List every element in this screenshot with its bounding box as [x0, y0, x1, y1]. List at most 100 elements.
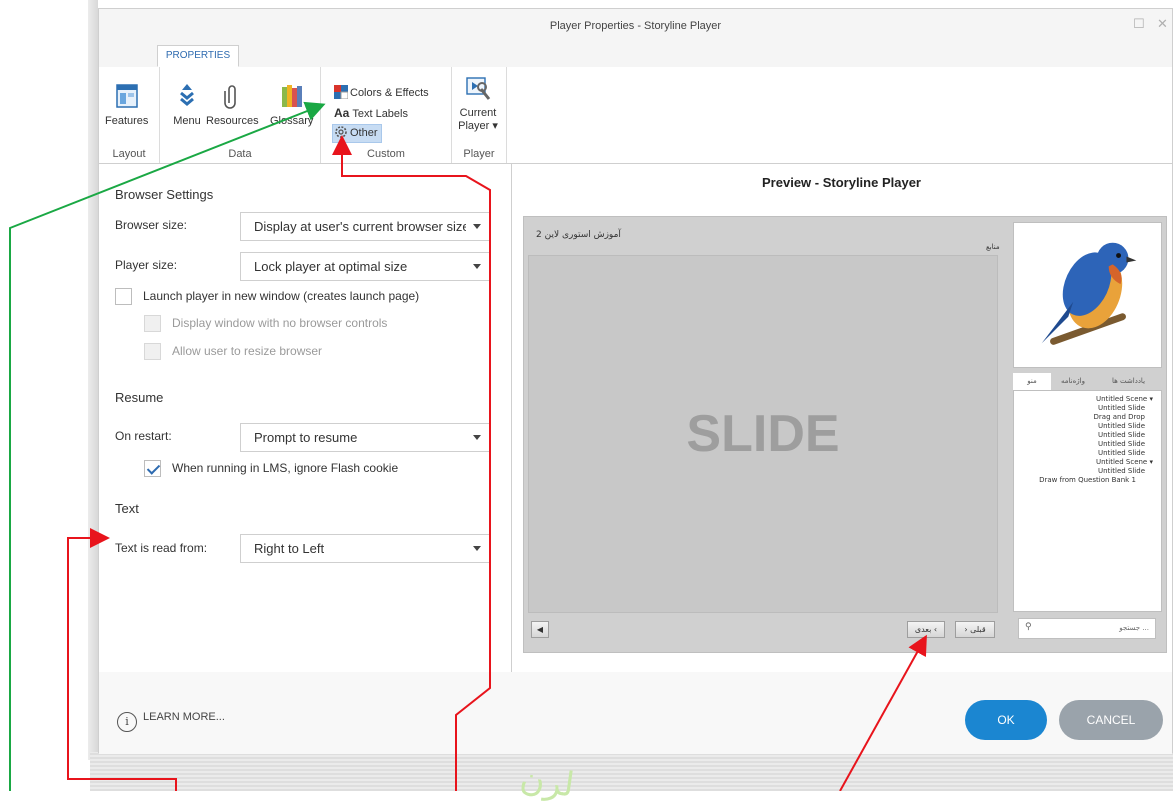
dialog-footer: i LEARN MORE... OK CANCEL	[99, 672, 1172, 754]
text-read-from-label: Text is read from:	[115, 541, 208, 555]
text-labels-button[interactable]: Aa Text Labels	[333, 105, 411, 122]
ribbon-group-layout: Features Layout	[99, 67, 160, 163]
sidebar-tabs: یادداشت ها واژه‌نامه منو	[1013, 373, 1162, 390]
menu-item[interactable]: Untitled Slide	[1098, 449, 1145, 457]
colors-effects-label: Colors & Effects	[350, 87, 429, 99]
player-group-label: Player	[463, 148, 495, 160]
player-preview: آموزش استوری لاین 2 منابع SLIDE ◀ بعدی ‹…	[523, 216, 1167, 653]
bird-image	[1041, 242, 1137, 345]
current-player-button[interactable]: Current Player ▾	[456, 73, 500, 132]
text-labels-label: Text Labels	[352, 108, 408, 120]
glossary-label: Glossary	[270, 115, 314, 127]
gear-icon	[335, 126, 347, 138]
menu-item[interactable]: Draw from Question Bank 1	[1014, 476, 1161, 484]
text-direction-select[interactable]: Right to Left	[240, 534, 490, 563]
window-title: Player Properties - Storyline Player	[549, 20, 722, 32]
search-field[interactable]: ⚲ جستجو ...	[1018, 618, 1156, 639]
window-shadow	[88, 0, 98, 760]
other-button[interactable]: Other	[332, 124, 382, 143]
ignore-flash-cookie-label: When running in LMS, ignore Flash cookie	[172, 461, 399, 475]
resources-label: Resources	[206, 115, 259, 127]
ribbon-group-custom: Colors & Effects Aa Text Labels Other Cus…	[321, 67, 452, 163]
menu-item[interactable]: Untitled Scene	[1096, 458, 1153, 466]
title-bar: Player Properties - Storyline Player ☐ ✕	[99, 9, 1172, 45]
features-label: Features	[105, 115, 149, 127]
player-settings-icon	[466, 77, 491, 100]
on-restart-select[interactable]: Prompt to resume	[240, 423, 490, 452]
features-icon	[115, 84, 138, 108]
slide-area: SLIDE	[528, 255, 998, 613]
resume-heading: Resume	[115, 390, 164, 405]
ok-button[interactable]: OK	[965, 700, 1047, 740]
ignore-flash-cookie-checkbox[interactable]	[144, 460, 161, 477]
menu-item[interactable]: Untitled Slide	[1098, 422, 1145, 430]
ribbon-group-data: Menu Resources Glossary Data	[160, 67, 321, 163]
no-browser-controls-checkbox[interactable]	[144, 315, 161, 332]
launch-new-window-label: Launch player in new window (creates lau…	[143, 289, 420, 303]
window-shadow-bottom	[90, 752, 1173, 791]
resources-button[interactable]: Resources	[206, 81, 259, 127]
menu-item[interactable]: Untitled Slide	[1098, 440, 1145, 448]
resources-link: منابع	[986, 243, 1000, 251]
glossary-button[interactable]: Glossary	[270, 81, 313, 127]
chevron-down-icon	[473, 435, 481, 440]
browser-size-select[interactable]: Display at user's current browser size	[240, 212, 490, 241]
chevron-down-icon	[473, 224, 481, 229]
next-slide-label: بعدی	[914, 625, 932, 634]
allow-resize-checkbox[interactable]	[144, 343, 161, 360]
layout-group-label: Layout	[112, 148, 146, 160]
player-properties-dialog: Player Properties - Storyline Player ☐ ✕…	[98, 8, 1173, 754]
close-icon[interactable]: ✕	[1157, 17, 1168, 32]
menu-icon	[180, 84, 194, 106]
player-size-value: Lock player at optimal size	[254, 259, 408, 274]
learn-more-link[interactable]: i LEARN MORE...	[117, 711, 225, 732]
chevron-down-icon	[473, 264, 481, 269]
menu-button[interactable]: Menu	[172, 81, 202, 127]
current-player-label-1: Current	[459, 107, 497, 119]
prev-slide-button[interactable]: › قبلی	[955, 621, 995, 638]
chevron-down-icon	[473, 546, 481, 551]
launch-new-window-checkbox[interactable]	[115, 288, 132, 305]
menu-label: Menu	[173, 115, 201, 127]
watermark-logo: لرن	[517, 758, 577, 806]
slide-placeholder: SLIDE	[686, 405, 840, 463]
colors-effects-button[interactable]: Colors & Effects	[333, 85, 432, 102]
menu-item[interactable]: Untitled Slide	[1098, 431, 1145, 439]
player-size-label: Player size:	[115, 258, 178, 272]
tab-glossary[interactable]: واژه‌نامه	[1051, 373, 1095, 390]
current-player-label-2: Player ▾	[458, 120, 498, 132]
tab-menu[interactable]: منو	[1013, 373, 1051, 390]
tab-notes[interactable]: یادداشت ها	[1095, 373, 1162, 390]
preview-title: Preview - Storyline Player	[762, 175, 921, 190]
tab-properties[interactable]: PROPERTIES	[157, 45, 239, 67]
books-icon	[281, 85, 302, 107]
search-icon: ⚲	[1025, 622, 1032, 632]
text-heading: Text	[115, 501, 139, 516]
browser-settings-heading: Browser Settings	[115, 187, 214, 202]
search-placeholder: جستجو ...	[1119, 624, 1149, 632]
player-size-select[interactable]: Lock player at optimal size	[240, 252, 490, 281]
menu-item[interactable]: Untitled Scene	[1096, 395, 1153, 403]
ribbon: Features Layout Menu Resources Glossary …	[99, 67, 1172, 164]
menu-item[interactable]: Untitled Slide	[1098, 404, 1145, 412]
colors-effects-icon	[334, 85, 348, 99]
custom-group-label: Custom	[367, 148, 405, 160]
browser-size-value: Display at user's current browser size	[254, 219, 466, 234]
no-browser-controls-label: Display window with no browser controls	[172, 316, 388, 330]
maximize-icon[interactable]: ☐	[1133, 17, 1145, 32]
next-slide-button[interactable]: بعدی ‹	[907, 621, 945, 638]
prev-slide-label: قبلی	[970, 625, 986, 634]
menu-item[interactable]: Drag and Drop	[1094, 413, 1145, 421]
text-labels-icon: Aa	[334, 106, 350, 120]
learn-more-label: LEARN MORE...	[143, 711, 225, 723]
features-button[interactable]: Features	[105, 81, 148, 127]
course-title: آموزش استوری لاین 2	[536, 230, 621, 240]
menu-item[interactable]: Untitled Slide	[1098, 467, 1145, 475]
info-icon: i	[117, 712, 137, 732]
allow-resize-label: Allow user to resize browser	[172, 344, 323, 358]
cancel-button[interactable]: CANCEL	[1059, 700, 1163, 740]
ribbon-tabs: PROPERTIES	[99, 45, 1172, 68]
settings-panel: Browser Settings Browser size: Display a…	[99, 164, 512, 672]
volume-icon[interactable]: ◀	[531, 621, 549, 638]
on-restart-label: On restart:	[115, 429, 172, 443]
